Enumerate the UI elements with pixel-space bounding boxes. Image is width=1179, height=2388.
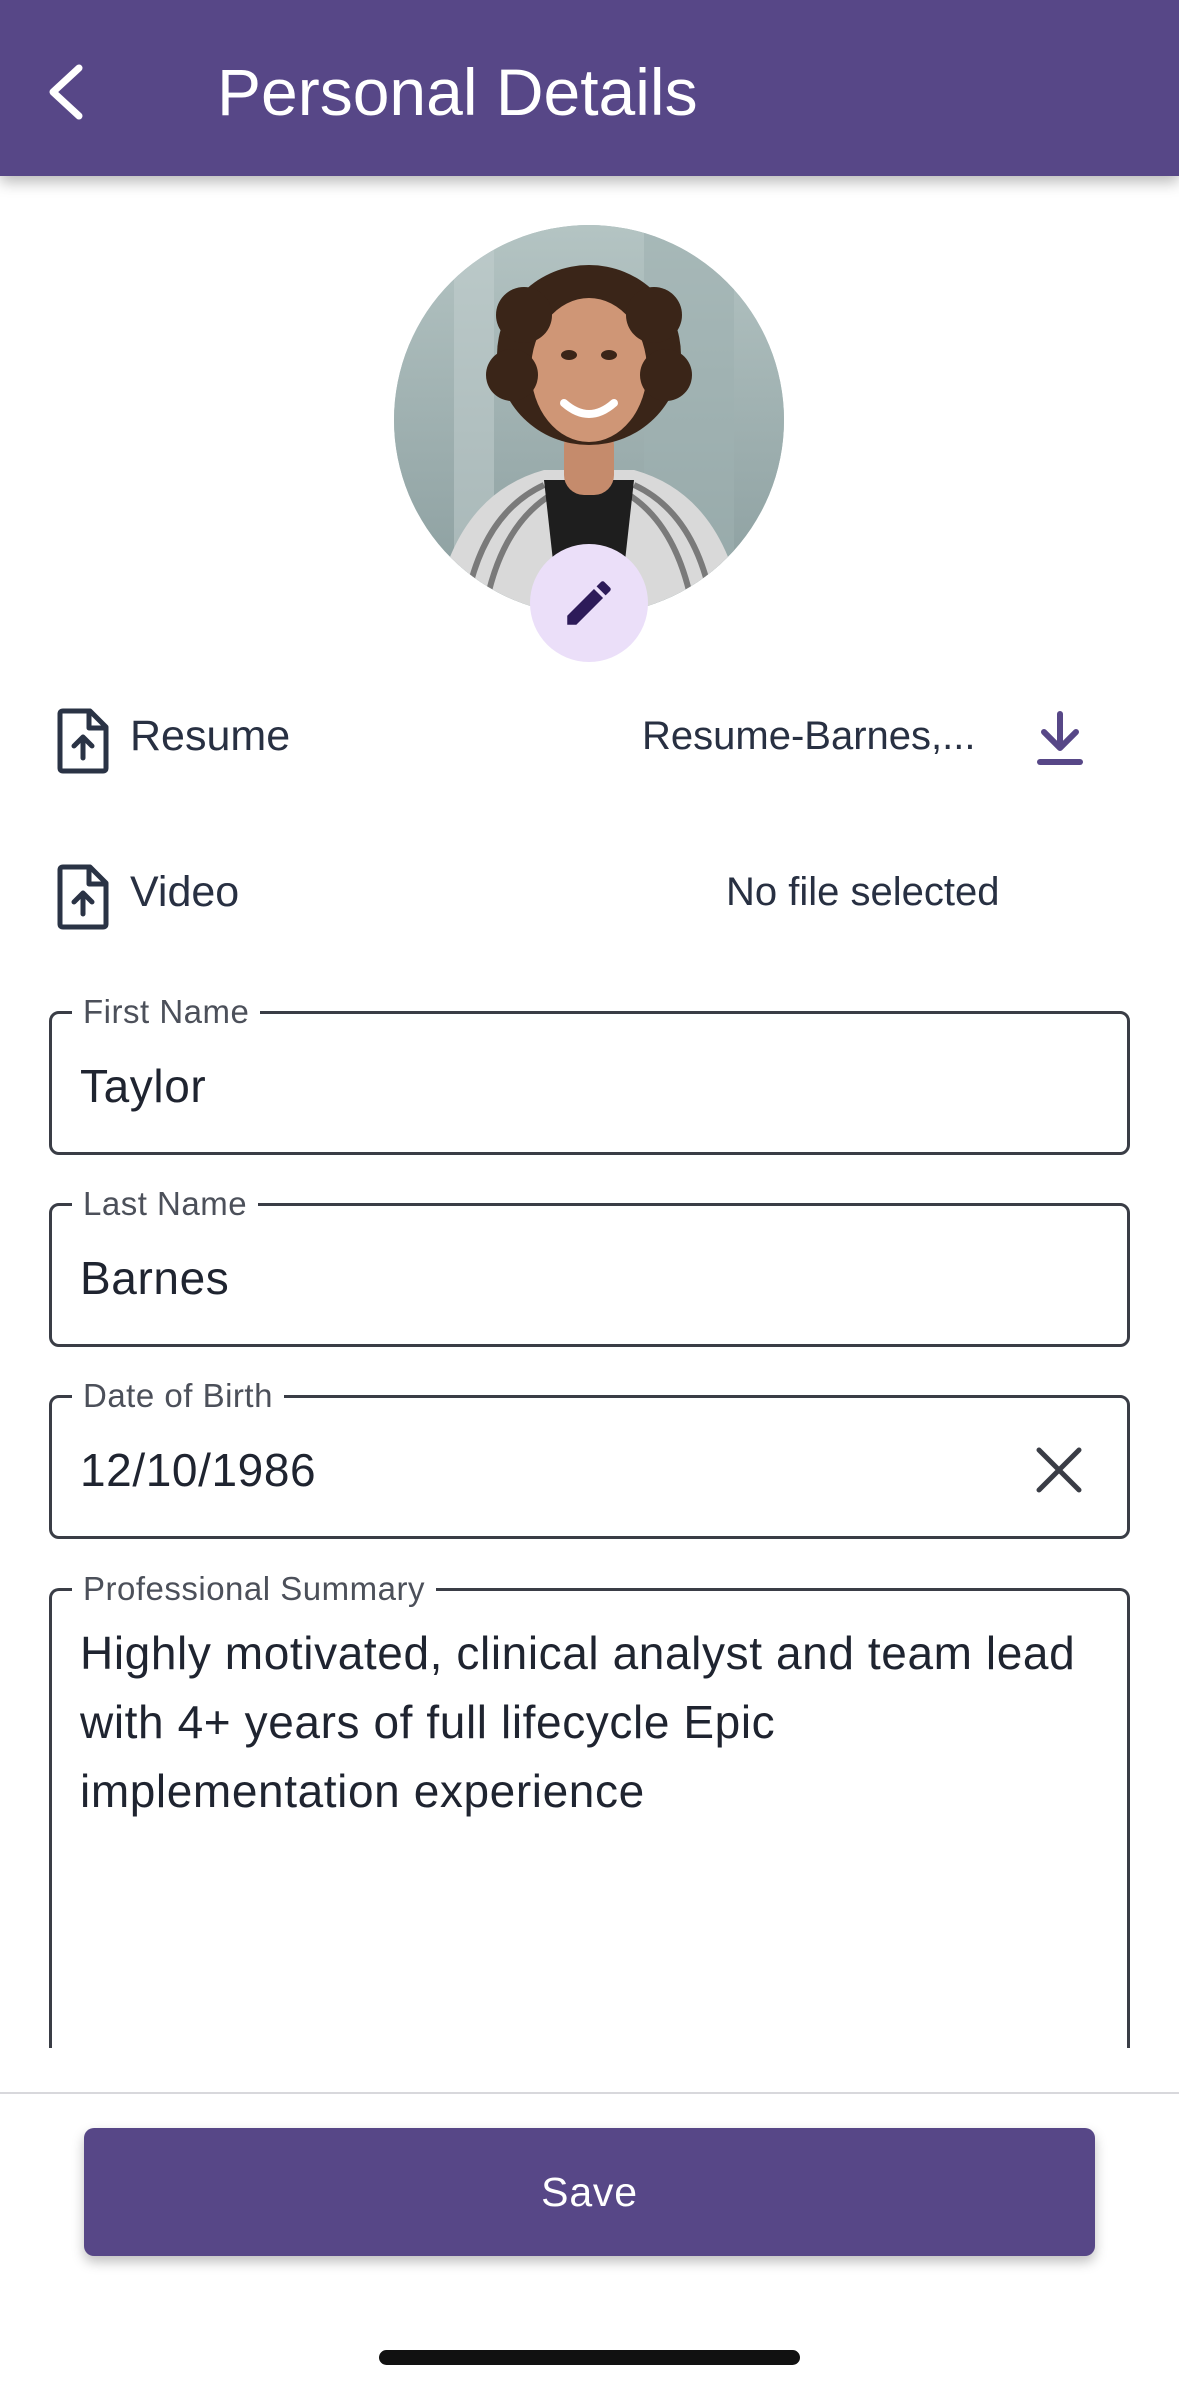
- bottom-action-bar: Save: [0, 2092, 1179, 2388]
- pencil-icon: [567, 581, 611, 625]
- home-indicator: [379, 2350, 800, 2365]
- download-icon[interactable]: [1030, 708, 1090, 768]
- professional-summary-value[interactable]: Highly motivated, clinical analyst and t…: [80, 1619, 1090, 1826]
- video-row: Video No file selected: [0, 846, 1179, 936]
- first-name-value[interactable]: Taylor: [80, 1058, 206, 1114]
- resume-row: Resume Resume-Barnes,...: [0, 690, 1179, 780]
- resume-file-name[interactable]: Resume-Barnes,...: [642, 710, 975, 762]
- last-name-value[interactable]: Barnes: [80, 1250, 229, 1306]
- save-button[interactable]: Save: [84, 2128, 1095, 2256]
- personal-details-screen: Personal Details Resume Resume-Barnes,..…: [0, 0, 1179, 2388]
- file-upload-icon[interactable]: [56, 708, 110, 774]
- page-title: Personal Details: [217, 55, 698, 129]
- close-icon[interactable]: [1031, 1442, 1087, 1498]
- professional-summary-label: Professional Summary: [72, 1569, 436, 1609]
- resume-label: Resume: [130, 712, 291, 760]
- last-name-field[interactable]: Last Name Barnes: [49, 1184, 1130, 1347]
- date-of-birth-value[interactable]: 12/10/1986: [80, 1442, 316, 1498]
- first-name-field[interactable]: First Name Taylor: [49, 992, 1130, 1155]
- app-bar: Personal Details: [0, 0, 1179, 176]
- date-of-birth-field[interactable]: Date of Birth 12/10/1986: [49, 1376, 1130, 1539]
- file-upload-icon[interactable]: [56, 864, 110, 930]
- video-file-status: No file selected: [726, 870, 1000, 914]
- date-of-birth-label: Date of Birth: [72, 1376, 284, 1416]
- back-button[interactable]: [30, 48, 102, 136]
- video-label: Video: [130, 868, 240, 916]
- edit-photo-button[interactable]: [530, 544, 648, 662]
- chevron-left-icon: [49, 64, 83, 120]
- first-name-label: First Name: [72, 992, 261, 1032]
- last-name-label: Last Name: [72, 1184, 259, 1224]
- professional-summary-field[interactable]: Professional Summary Highly motivated, c…: [49, 1569, 1130, 2048]
